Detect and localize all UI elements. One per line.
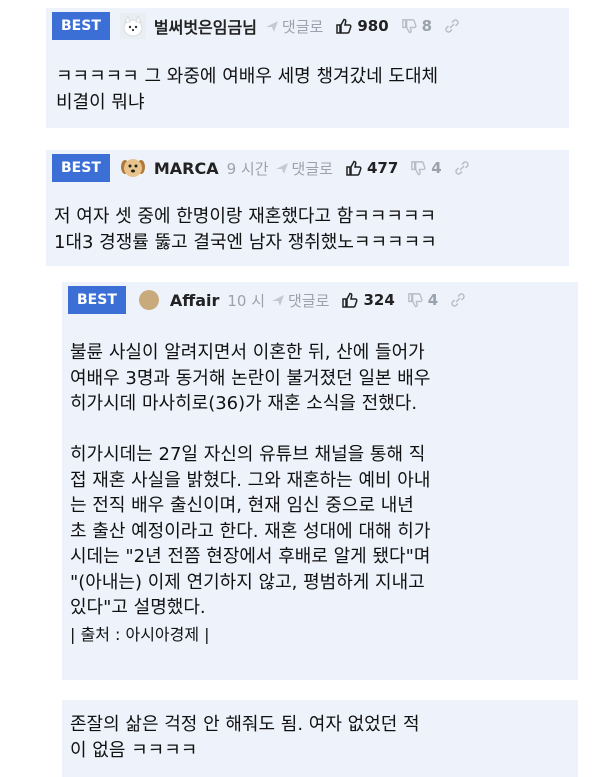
article-text: 불륜 사실이 알려지면서 이혼한 뒤, 산에 들어가 여배우 3명과 동거해 논…: [70, 342, 431, 618]
comment-text: 저 여자 셋 중에 한명이랑 재혼했다고 함ㅋㅋㅋㅋㅋ 1대3 경쟁률 뚫고 결…: [54, 206, 437, 253]
reply-label: 댓글로: [288, 291, 330, 310]
best-badge: BEST: [52, 12, 110, 40]
best-badge: BEST: [68, 286, 126, 314]
author-name[interactable]: 벌써벗은임금님: [154, 14, 257, 38]
comment-time: 10 시: [227, 291, 266, 310]
comment-header: BEST MARCA 9 시간 댓글로 477 4: [46, 150, 569, 186]
thumbs-down-icon: [401, 19, 417, 34]
comment-card: BEST 벌써벗은임금님 댓글로 980 8 ㅋㅋㅋㅋㅋ 그 와중에 여배우 세…: [46, 8, 569, 128]
share-button[interactable]: [450, 292, 466, 308]
downvote-button[interactable]: 4: [410, 159, 442, 177]
upvote-count: 324: [363, 291, 395, 309]
reply-arrow-icon: [272, 295, 285, 306]
white-dog-avatar-icon[interactable]: [119, 13, 146, 39]
thumbs-down-icon: [411, 161, 426, 176]
upvote-count: 477: [366, 159, 399, 177]
puppy-avatar-icon[interactable]: [120, 155, 146, 181]
link-icon: [451, 293, 465, 307]
reply-label: 댓글로: [281, 17, 324, 36]
thumbs-down-icon: [407, 293, 423, 308]
round-avatar-icon[interactable]: [136, 287, 162, 313]
reply-label: 댓글로: [291, 159, 333, 178]
thumbs-up-icon: [342, 292, 358, 308]
link-icon: [454, 161, 469, 175]
link-icon: [445, 19, 459, 33]
downvote-count: 8: [421, 17, 433, 35]
upvote-button[interactable]: 980: [335, 17, 389, 35]
thumbs-up-icon: [336, 18, 352, 34]
reply-arrow-icon: [265, 21, 278, 32]
upvote-button[interactable]: 324: [341, 291, 395, 309]
comment-text: 존잘의 삶은 걱정 안 해줘도 됨. 여자 없었던 적 이 없음 ㅋㅋㅋㅋ: [70, 714, 420, 761]
downvote-count: 4: [431, 159, 442, 177]
comment-header: BEST 벌써벗은임금님 댓글로 980 8: [46, 8, 569, 44]
comment-card: 존잘의 삶은 걱정 안 해줘도 됨. 여자 없었던 적 이 없음 ㅋㅋㅋㅋ: [62, 700, 578, 777]
comment-card: BEST Affair 10 시 댓글로 324 4 불륜 사실이 알려지면서 …: [62, 282, 578, 680]
downvote-button[interactable]: 8: [401, 17, 432, 35]
comment-time: 9 시간: [226, 159, 269, 178]
author-name[interactable]: Affair: [170, 291, 220, 310]
downvote-count: 4: [427, 291, 439, 309]
upvote-button[interactable]: 477: [345, 159, 398, 177]
comment-header: BEST Affair 10 시 댓글로 324 4: [62, 282, 578, 318]
reply-arrow-icon: [275, 163, 288, 174]
share-button[interactable]: [454, 160, 470, 176]
reply-button[interactable]: 댓글로: [275, 158, 333, 179]
best-badge: BEST: [52, 154, 110, 182]
reply-button[interactable]: 댓글로: [271, 290, 329, 311]
reply-button[interactable]: 댓글로: [265, 16, 323, 37]
comment-text: ㅋㅋㅋㅋㅋ 그 와중에 여배우 세명 챙겨갔네 도대체 비결이 뭐냐: [56, 66, 439, 113]
share-button[interactable]: [444, 18, 460, 34]
upvote-count: 980: [357, 17, 389, 35]
article-source: | 출처 : 아시아경제 |: [70, 624, 210, 644]
downvote-button[interactable]: 4: [407, 291, 438, 309]
thumbs-up-icon: [346, 160, 362, 176]
author-name[interactable]: MARCA: [154, 159, 219, 178]
comment-card: BEST MARCA 9 시간 댓글로 477 4 저 여자 셋 중에 한명이랑…: [46, 150, 569, 266]
